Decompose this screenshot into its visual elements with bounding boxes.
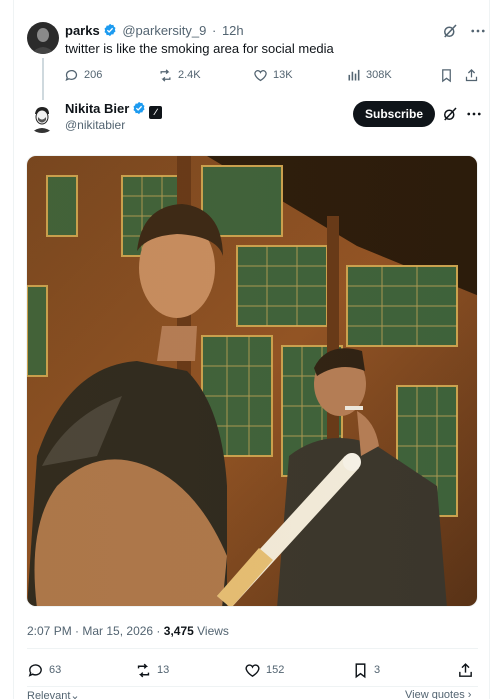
views-icon	[348, 69, 360, 80]
bookmark-icon	[442, 68, 451, 82]
like-icon	[245, 663, 260, 677]
bookmark-button[interactable]: 3	[352, 661, 380, 679]
repost-button[interactable]: 2.4K	[158, 66, 201, 84]
share-button[interactable]	[464, 66, 479, 84]
reply-button[interactable]: 206	[64, 66, 102, 84]
main-author-handle[interactable]: @nikitabier	[65, 118, 125, 133]
like-button[interactable]: 13K	[253, 66, 293, 84]
repost-icon	[160, 68, 171, 82]
chevron-right-icon: ›	[467, 689, 472, 699]
main-author-name[interactable]: Nikita Bier	[65, 101, 129, 116]
bookmark-icon	[355, 662, 366, 678]
like-icon	[254, 69, 267, 81]
divider-top	[27, 648, 478, 649]
bookmark-count: 3	[374, 664, 381, 676]
time-separator: ·	[211, 23, 217, 38]
parent-tweet-actions: 206 2.4K 13K 308K	[64, 66, 484, 84]
like-button[interactable]: 152	[244, 661, 284, 679]
main-author-name-row: Nikita Bier ∕	[65, 101, 163, 119]
divider-bottom	[27, 686, 478, 687]
view-quotes-link[interactable]: View quotes ›	[405, 689, 471, 699]
parent-tweet-time[interactable]: 12h	[222, 23, 244, 38]
tweet-photo[interactable]	[26, 155, 478, 607]
views-count-main: 3,475	[163, 624, 194, 638]
tweet-time[interactable]: 2:07 PM	[27, 624, 72, 638]
avatar-parks[interactable]	[27, 22, 59, 54]
reply-icon	[28, 663, 42, 677]
parent-author-handle[interactable]: @parkersity_9	[122, 23, 206, 38]
parent-tweet-text: twitter is like the smoking area for soc…	[65, 41, 334, 56]
share-button[interactable]	[457, 661, 474, 679]
reply-count: 63	[49, 664, 62, 676]
verified-badge-icon	[104, 23, 116, 37]
views-label: Views	[197, 624, 229, 638]
sort-label: Relevant	[27, 690, 71, 699]
photo-image	[27, 156, 477, 606]
bookmark-button[interactable]	[439, 66, 454, 84]
tweet-date[interactable]: Mar 15, 2026	[82, 624, 153, 638]
sort-replies-dropdown[interactable]: Relevant⌄	[27, 689, 80, 699]
grok-icon[interactable]	[441, 105, 459, 123]
affiliate-badge-icon[interactable]: ∕	[149, 106, 163, 119]
repost-icon	[137, 663, 150, 677]
share-icon	[459, 662, 472, 677]
repost-count: 13	[157, 664, 170, 676]
chevron-down-icon: ⌄	[70, 690, 80, 699]
grok-icon[interactable]	[441, 22, 459, 40]
repost-count: 2.4K	[178, 69, 201, 81]
parent-author-name[interactable]: parks	[65, 23, 100, 38]
view-quotes-label: View quotes	[405, 689, 465, 699]
main-tweet-actions: 63 13 152 3	[27, 661, 478, 681]
more-icon[interactable]	[469, 22, 487, 40]
reply-button[interactable]: 63	[27, 661, 61, 679]
views-button[interactable]: 308K	[346, 66, 392, 84]
more-icon[interactable]	[465, 105, 483, 123]
repost-button[interactable]: 13	[135, 661, 169, 679]
views-count: 308K	[366, 69, 392, 81]
like-count: 152	[266, 664, 285, 676]
verified-badge-icon	[133, 101, 145, 115]
reply-count: 206	[84, 69, 103, 81]
thread-line	[42, 58, 44, 100]
subscribe-button[interactable]: Subscribe	[353, 101, 435, 127]
like-count: 13K	[273, 69, 293, 81]
parent-tweet-header: parks @parkersity_9 · 12h	[65, 23, 244, 39]
share-icon	[465, 68, 478, 81]
tweet-timestamp: 2:07 PM · Mar 15, 2026 · 3,475 Views	[27, 624, 229, 638]
reply-icon	[65, 69, 78, 81]
avatar-nikita[interactable]	[27, 103, 57, 133]
